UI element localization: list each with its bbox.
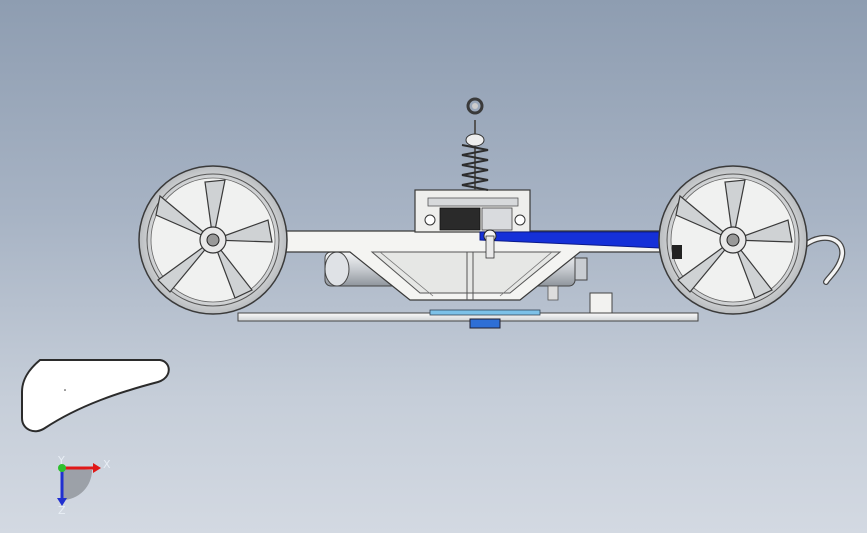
reference-triad: X Y Z bbox=[57, 454, 111, 517]
left-wheel[interactable] bbox=[138, 165, 288, 315]
x-axis-arrowhead bbox=[93, 463, 101, 473]
cad-scene[interactable]: X Y Z bbox=[0, 0, 867, 533]
base-plate[interactable] bbox=[237, 309, 699, 329]
graphics-viewport[interactable]: X Y Z bbox=[0, 0, 867, 533]
sketch-part[interactable] bbox=[21, 359, 170, 433]
eye-bolt[interactable] bbox=[466, 97, 484, 115]
triad-shadow bbox=[62, 468, 92, 500]
suspension-spring[interactable] bbox=[461, 120, 489, 191]
x-axis-label: X bbox=[103, 458, 111, 471]
right-wheel[interactable] bbox=[658, 165, 808, 315]
gearbox-block[interactable] bbox=[414, 189, 531, 233]
hook[interactable] bbox=[802, 234, 846, 285]
z-axis-label: Z bbox=[58, 504, 66, 517]
y-axis-label: Y bbox=[57, 454, 65, 467]
